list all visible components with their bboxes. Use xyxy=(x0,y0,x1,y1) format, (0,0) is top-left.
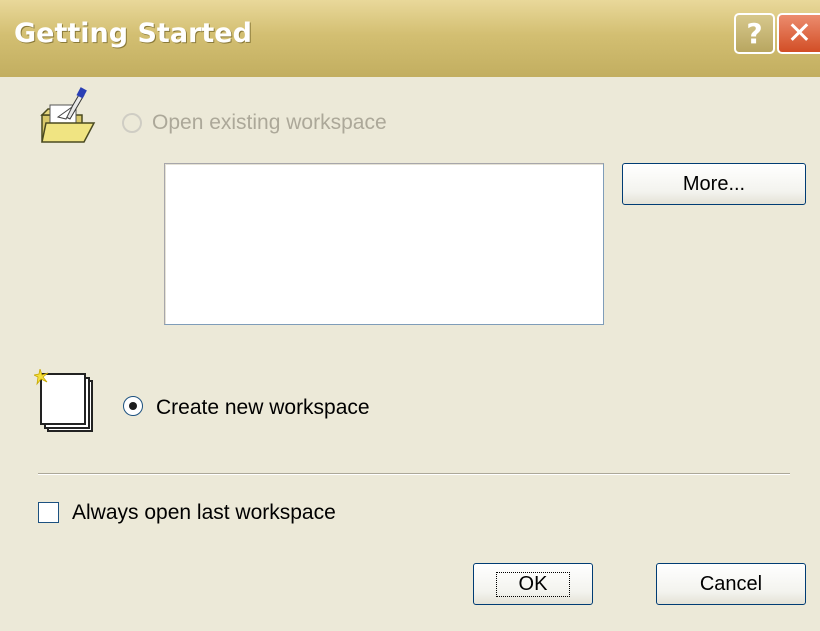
getting-started-dialog: Getting Started ? ✕ Open existing worksp… xyxy=(0,0,820,631)
radio-selected-dot xyxy=(129,402,137,410)
separator xyxy=(38,473,790,475)
cancel-button[interactable]: Cancel xyxy=(656,563,806,605)
create-new-label: Create new workspace xyxy=(156,396,370,419)
title-bar[interactable]: Getting Started ? ✕ xyxy=(0,0,820,77)
ok-button-label: OK xyxy=(495,571,571,597)
more-button[interactable]: More... xyxy=(622,163,806,205)
always-open-last-label: Always open last workspace xyxy=(72,501,336,524)
ok-button[interactable]: OK xyxy=(473,563,593,605)
close-button[interactable]: ✕ xyxy=(777,13,820,54)
open-folder-icon xyxy=(38,85,100,147)
new-document-icon xyxy=(32,367,100,435)
always-open-last-checkbox[interactable] xyxy=(38,502,59,523)
open-existing-radio[interactable] xyxy=(122,113,142,133)
open-existing-label: Open existing workspace xyxy=(152,111,387,134)
create-new-radio[interactable] xyxy=(123,396,143,416)
help-button[interactable]: ? xyxy=(734,13,775,54)
window-title: Getting Started xyxy=(14,18,252,49)
dialog-body: Open existing workspace More... Create n… xyxy=(0,77,820,631)
workspace-list[interactable] xyxy=(164,163,604,325)
